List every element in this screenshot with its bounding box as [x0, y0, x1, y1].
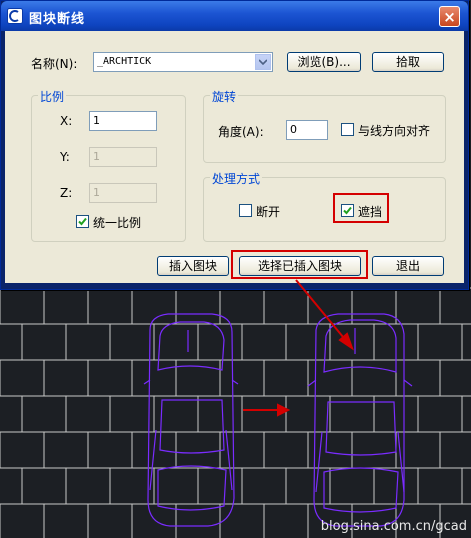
angle-label: 角度(A):: [218, 125, 264, 139]
break-checkbox[interactable]: [239, 204, 252, 217]
select-button-highlight: [231, 250, 368, 279]
scale-z-input: 1: [89, 183, 157, 203]
break-label: 断开: [256, 205, 281, 219]
scale-group: 比例 X: 1 Y: 1 Z: 1 统一比例: [31, 88, 186, 242]
uniform-scale-label: 统一比例: [93, 216, 142, 230]
rotation-group-title: 旋转: [210, 88, 239, 105]
scale-y-input: 1: [89, 147, 157, 167]
pick-button[interactable]: 拾取: [372, 52, 444, 72]
scale-x-label: X:: [60, 114, 73, 128]
rotation-group: 旋转 角度(A): 0 与线方向对齐: [203, 88, 446, 163]
scale-y-label: Y:: [60, 150, 70, 164]
align-line-checkbox[interactable]: [341, 123, 354, 136]
name-label: 名称(N):: [31, 57, 78, 71]
browse-button[interactable]: 浏览(B)...: [287, 52, 361, 72]
scale-group-title: 比例: [38, 88, 67, 105]
app-icon: [7, 8, 23, 24]
processing-group: 处理方式 断开 遮挡: [203, 170, 446, 242]
blog-watermark: blog.sina.com.cn/gcad: [320, 519, 467, 534]
align-line-label: 与线方向对齐: [358, 124, 431, 138]
mask-option-highlight: [333, 193, 389, 223]
dialog-body: 名称(N): _ARCHTICK 浏览(B)... 拾取 比例 X: 1 Y: …: [5, 31, 464, 283]
processing-group-title: 处理方式: [210, 170, 263, 187]
chevron-down-icon[interactable]: [255, 54, 271, 70]
dialog-title: 图块断线: [29, 12, 86, 27]
close-icon: ×: [443, 8, 456, 26]
break-block-dialog: 图块断线 × 名称(N): _ARCHTICK 浏览(B)... 拾取 比例 X…: [0, 0, 469, 290]
close-button[interactable]: ×: [439, 6, 460, 27]
angle-input[interactable]: 0: [286, 120, 328, 140]
dialog-titlebar[interactable]: 图块断线 ×: [1, 1, 468, 31]
checkmark-icon: [78, 217, 87, 226]
scale-z-label: Z:: [60, 186, 73, 200]
insert-block-button[interactable]: 插入图块: [157, 256, 229, 276]
scale-x-input[interactable]: 1: [89, 111, 157, 131]
exit-button[interactable]: 退出: [372, 256, 444, 276]
block-name-value: _ARCHTICK: [97, 56, 152, 67]
uniform-scale-checkbox[interactable]: [76, 215, 89, 228]
block-name-combobox[interactable]: _ARCHTICK: [93, 52, 273, 72]
